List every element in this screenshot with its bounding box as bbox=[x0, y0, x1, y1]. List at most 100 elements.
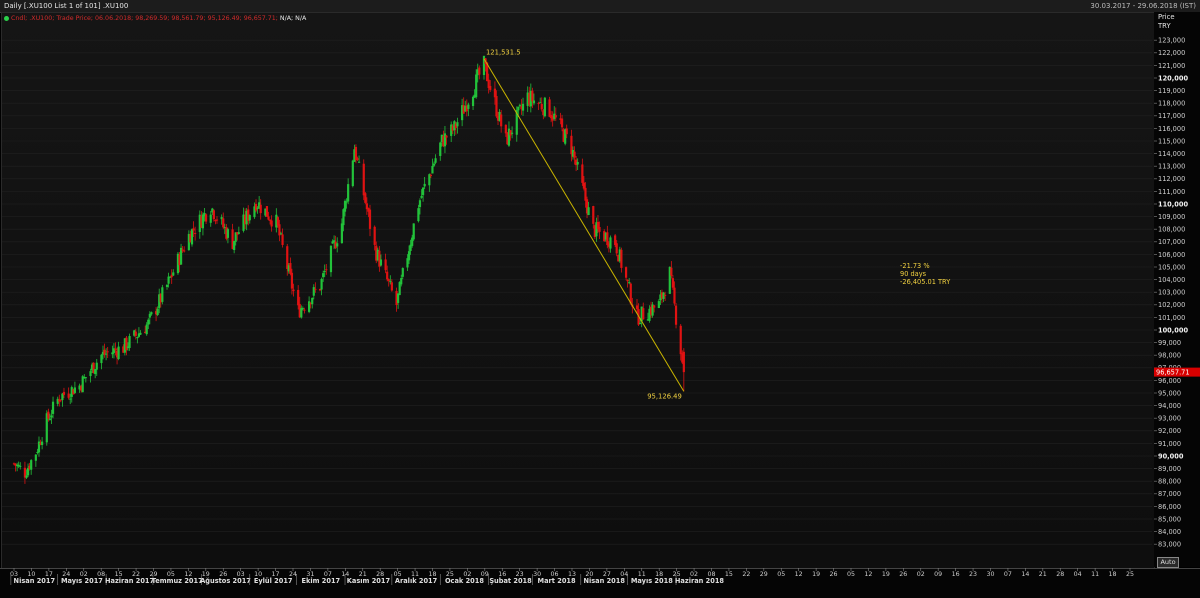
day-tick-label: 15 bbox=[725, 571, 733, 578]
candle-up bbox=[351, 160, 354, 187]
candle-down bbox=[114, 348, 117, 351]
candle-down bbox=[181, 249, 184, 251]
price-tick-label: 96,000 bbox=[1158, 377, 1181, 385]
candle-down bbox=[495, 96, 498, 117]
candle-down bbox=[125, 337, 128, 351]
price-tick-label: 89,000 bbox=[1158, 465, 1181, 473]
month-label: Şubat 2018 bbox=[489, 577, 532, 585]
candle-up bbox=[201, 214, 205, 229]
month-label: Mart 2018 bbox=[538, 577, 576, 585]
candle-down bbox=[582, 182, 586, 189]
candle-down bbox=[573, 151, 576, 158]
price-tick-label: 99,000 bbox=[1158, 339, 1181, 347]
price-tick-label: 86,000 bbox=[1158, 503, 1181, 511]
candle-down bbox=[303, 309, 306, 311]
candle-up bbox=[467, 104, 470, 109]
candle-up bbox=[657, 301, 660, 308]
month-label: Haziran 2018 bbox=[675, 577, 725, 585]
candle-down bbox=[292, 289, 295, 292]
price-tick-label: 110,000 bbox=[1158, 200, 1188, 208]
candle-down bbox=[642, 308, 645, 320]
candle-up bbox=[432, 163, 436, 166]
legend-series: Cndl; .XU100; Trade Price; 06.06.2018; 9… bbox=[11, 15, 278, 22]
candle-up bbox=[543, 97, 546, 117]
change-percent-label: -21.73 % bbox=[900, 262, 930, 270]
legend-extra: N/A; N/A bbox=[279, 15, 307, 22]
day-tick-label: 18 bbox=[1109, 571, 1117, 578]
candle-down bbox=[267, 216, 270, 220]
price-tick-label: 95,000 bbox=[1158, 389, 1181, 397]
candle-down bbox=[222, 218, 225, 228]
auto-scale-button[interactable]: Auto bbox=[1157, 557, 1179, 568]
price-tick-label: 109,000 bbox=[1158, 213, 1185, 221]
candle-down bbox=[390, 282, 393, 291]
day-tick-label: 28 bbox=[1056, 571, 1064, 578]
candle-up bbox=[117, 346, 120, 360]
day-tick-label: 26 bbox=[830, 571, 838, 578]
candle-up bbox=[308, 301, 311, 312]
candle-up bbox=[336, 243, 339, 247]
month-label: Aralık 2017 bbox=[395, 577, 438, 585]
price-tick-label: 102,000 bbox=[1158, 301, 1185, 309]
candle-down bbox=[584, 187, 587, 201]
candle-up bbox=[639, 322, 642, 324]
candle-down bbox=[674, 305, 678, 325]
candle-up bbox=[357, 161, 361, 163]
candle-up bbox=[320, 278, 323, 290]
day-tick-label: 19 bbox=[812, 571, 820, 578]
price-tick-label: 101,000 bbox=[1158, 314, 1185, 322]
candle-down bbox=[489, 85, 492, 90]
candle-up bbox=[248, 215, 251, 221]
candle-down bbox=[297, 289, 300, 306]
candle-up bbox=[161, 287, 164, 302]
price-tick-label: 115,000 bbox=[1158, 137, 1185, 145]
price-tick-label: 98,000 bbox=[1158, 352, 1181, 360]
month-label: Nisan 2018 bbox=[583, 577, 625, 585]
series-legend[interactable]: Cndl; .XU100; Trade Price; 06.06.2018; 9… bbox=[4, 15, 306, 22]
candle-up bbox=[301, 308, 304, 310]
candle-down bbox=[606, 232, 609, 246]
day-tick-label: 07 bbox=[1004, 571, 1012, 578]
candle-down bbox=[183, 250, 186, 252]
trend-line bbox=[483, 58, 685, 392]
candle-up bbox=[312, 287, 315, 296]
candle-up bbox=[26, 467, 30, 476]
candle-up bbox=[609, 237, 612, 249]
candle-down bbox=[679, 325, 682, 355]
day-tick-label: 26 bbox=[899, 571, 907, 578]
candle-up bbox=[226, 229, 230, 238]
candle-up bbox=[19, 465, 22, 467]
candle-up bbox=[421, 187, 425, 196]
day-tick-label: 02 bbox=[917, 571, 925, 578]
candle-up bbox=[521, 103, 525, 111]
candle-up bbox=[279, 233, 283, 235]
candle-up bbox=[128, 336, 131, 348]
candle-down bbox=[429, 174, 432, 176]
candle-down bbox=[554, 115, 557, 118]
price-tick-label: 84,000 bbox=[1158, 528, 1181, 536]
candle-up bbox=[439, 142, 442, 156]
price-tick-label: 113,000 bbox=[1158, 163, 1185, 171]
candle-up bbox=[69, 398, 72, 400]
candle-up bbox=[95, 362, 98, 370]
candle-down bbox=[673, 287, 676, 304]
candle-down bbox=[362, 163, 365, 196]
month-label: Nisan 2017 bbox=[14, 577, 56, 585]
candle-down bbox=[192, 228, 195, 231]
change-days-label: 90 days bbox=[900, 270, 927, 278]
candle-up bbox=[347, 184, 350, 202]
price-axis-header: Price TRY bbox=[1158, 13, 1175, 31]
candle-up bbox=[145, 324, 148, 335]
candle-up bbox=[41, 441, 44, 446]
candle-up bbox=[25, 475, 28, 478]
month-label: Kasım 2017 bbox=[347, 577, 391, 585]
price-tick-label: 111,000 bbox=[1158, 188, 1185, 196]
price-tick-label: 117,000 bbox=[1158, 112, 1185, 120]
price-tick-label: 83,000 bbox=[1158, 541, 1181, 549]
month-label: Ocak 2018 bbox=[445, 577, 484, 585]
day-tick-label: 11 bbox=[1091, 571, 1099, 578]
candle-up bbox=[418, 200, 422, 208]
candle-up bbox=[517, 106, 520, 111]
price-tick-label: 120,000 bbox=[1158, 74, 1188, 82]
price-tick-label: 122,000 bbox=[1158, 49, 1185, 57]
